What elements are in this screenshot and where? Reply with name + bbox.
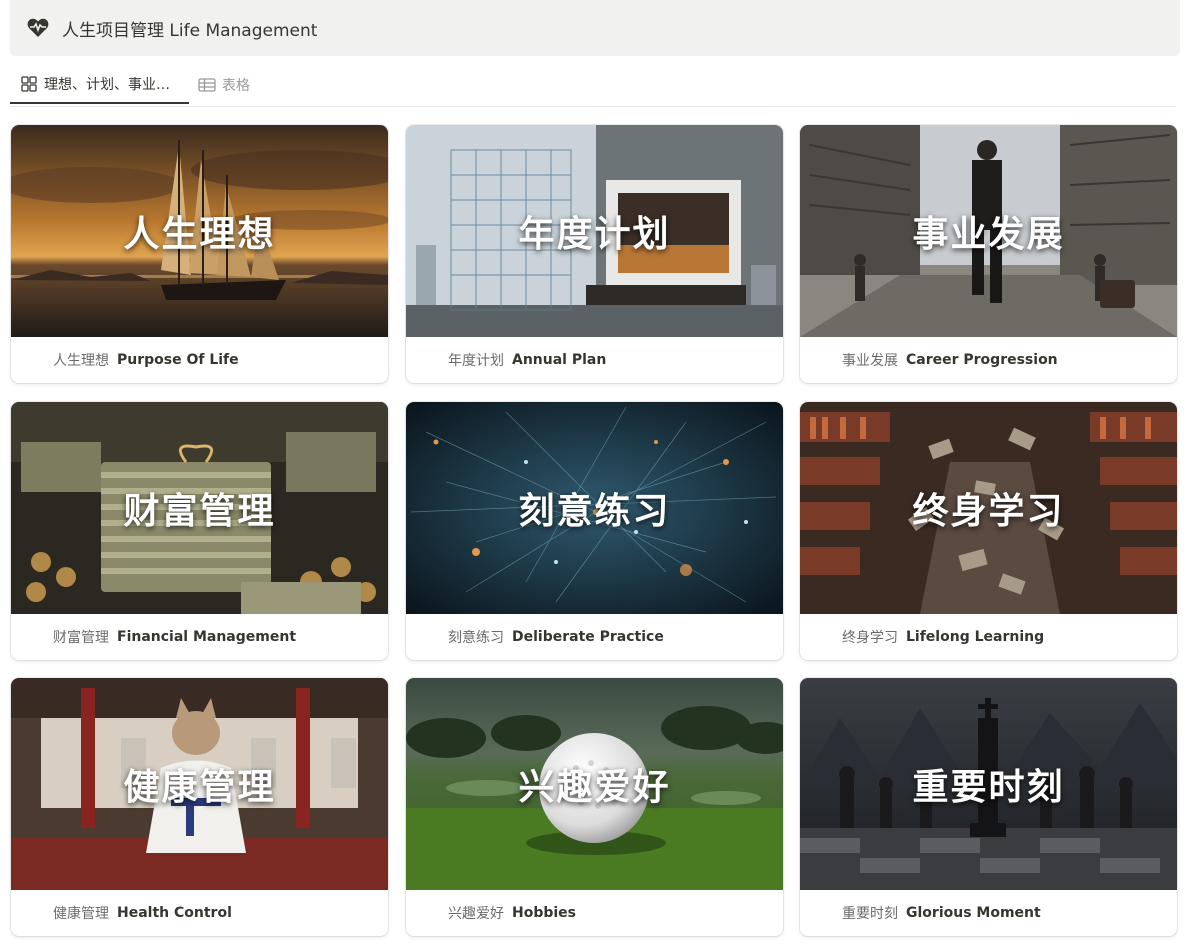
card-title-en: Glorious Moment	[906, 905, 1041, 921]
card-title-cn: 人生理想	[53, 353, 109, 369]
card-title-cn: 兴趣爱好	[448, 906, 504, 922]
card-caption: 年度计划 Annual Plan	[448, 337, 773, 383]
card-title-en: Lifelong Learning	[906, 629, 1045, 645]
card-title-cn: 重要时刻	[842, 906, 898, 922]
page-title: 人生项目管理 Life Management	[62, 20, 318, 41]
card-title-cn: 刻意练习	[448, 630, 504, 646]
card-cover-title: 财富管理	[123, 491, 276, 532]
card-cover-title: 重要时刻	[912, 767, 1065, 808]
card-title-en: Health Control	[117, 905, 232, 921]
card-title-en: Annual Plan	[512, 352, 607, 368]
card-title-en: Hobbies	[512, 905, 577, 921]
card-cover-title: 兴趣爱好	[518, 767, 671, 808]
card-caption: 财富管理 Financial Management	[53, 614, 378, 660]
gallery-card[interactable]: 人生理想 人生理想 Purpose Of Life	[11, 125, 388, 383]
card-caption: 重要时刻 Glorious Moment	[842, 890, 1167, 936]
card-title-cn: 财富管理	[53, 630, 109, 646]
heart-pulse-icon	[26, 16, 50, 40]
tab-gallery[interactable]: 理想、计划、事业…	[10, 66, 189, 104]
gallery-card[interactable]: 年度计划 年度计划 Annual Plan	[406, 125, 783, 383]
tab-table[interactable]: 表格	[198, 66, 250, 104]
card-caption: 终身学习 Lifelong Learning	[842, 614, 1167, 660]
card-title-cn: 终身学习	[842, 630, 898, 646]
card-cover-title: 健康管理	[123, 767, 276, 808]
card-title-cn: 健康管理	[53, 906, 109, 922]
card-title-en: Deliberate Practice	[512, 629, 664, 645]
card-cover-title: 刻意练习	[518, 491, 671, 532]
tab-gallery-label: 理想、计划、事业…	[44, 77, 170, 93]
card-caption: 健康管理 Health Control	[53, 890, 378, 936]
card-title-cn: 事业发展	[842, 353, 898, 369]
tab-table-label: 表格	[222, 78, 250, 94]
card-caption: 刻意练习 Deliberate Practice	[448, 614, 773, 660]
card-cover-title: 年度计划	[518, 214, 671, 255]
card-caption: 人生理想 Purpose Of Life	[53, 337, 378, 383]
gallery-card[interactable]: 终身学习 终身学习 Lifelong Learning	[800, 402, 1177, 660]
gallery-card[interactable]: 财富管理 财富管理 Financial Management	[11, 402, 388, 660]
card-cover-title: 人生理想	[123, 214, 276, 255]
card-title-cn: 年度计划	[448, 353, 504, 369]
card-title-en: Financial Management	[117, 629, 297, 645]
gallery-card[interactable]: 重要时刻 重要时刻 Glorious Moment	[800, 678, 1177, 936]
gallery-card[interactable]: 兴趣爱好 兴趣爱好 Hobbies	[406, 678, 783, 936]
table-icon	[198, 76, 216, 94]
card-caption: 兴趣爱好 Hobbies	[448, 890, 773, 936]
view-tabs: 理想、计划、事业… 表格	[10, 66, 1176, 107]
page-header: 人生项目管理 Life Management	[10, 0, 1180, 56]
card-title-en: Career Progression	[906, 352, 1058, 368]
card-cover-title: 事业发展	[912, 214, 1065, 255]
card-caption: 事业发展 Career Progression	[842, 337, 1167, 383]
gallery-card[interactable]: 事业发展 事业发展 Career Progression	[800, 125, 1177, 383]
card-title-en: Purpose Of Life	[117, 352, 239, 368]
card-cover-title: 终身学习	[912, 491, 1065, 532]
gallery-card[interactable]: 刻意练习 刻意练习 Deliberate Practice	[406, 402, 783, 660]
gallery-icon	[20, 75, 38, 93]
gallery-card[interactable]: 健康管理 健康管理 Health Control	[11, 678, 388, 936]
